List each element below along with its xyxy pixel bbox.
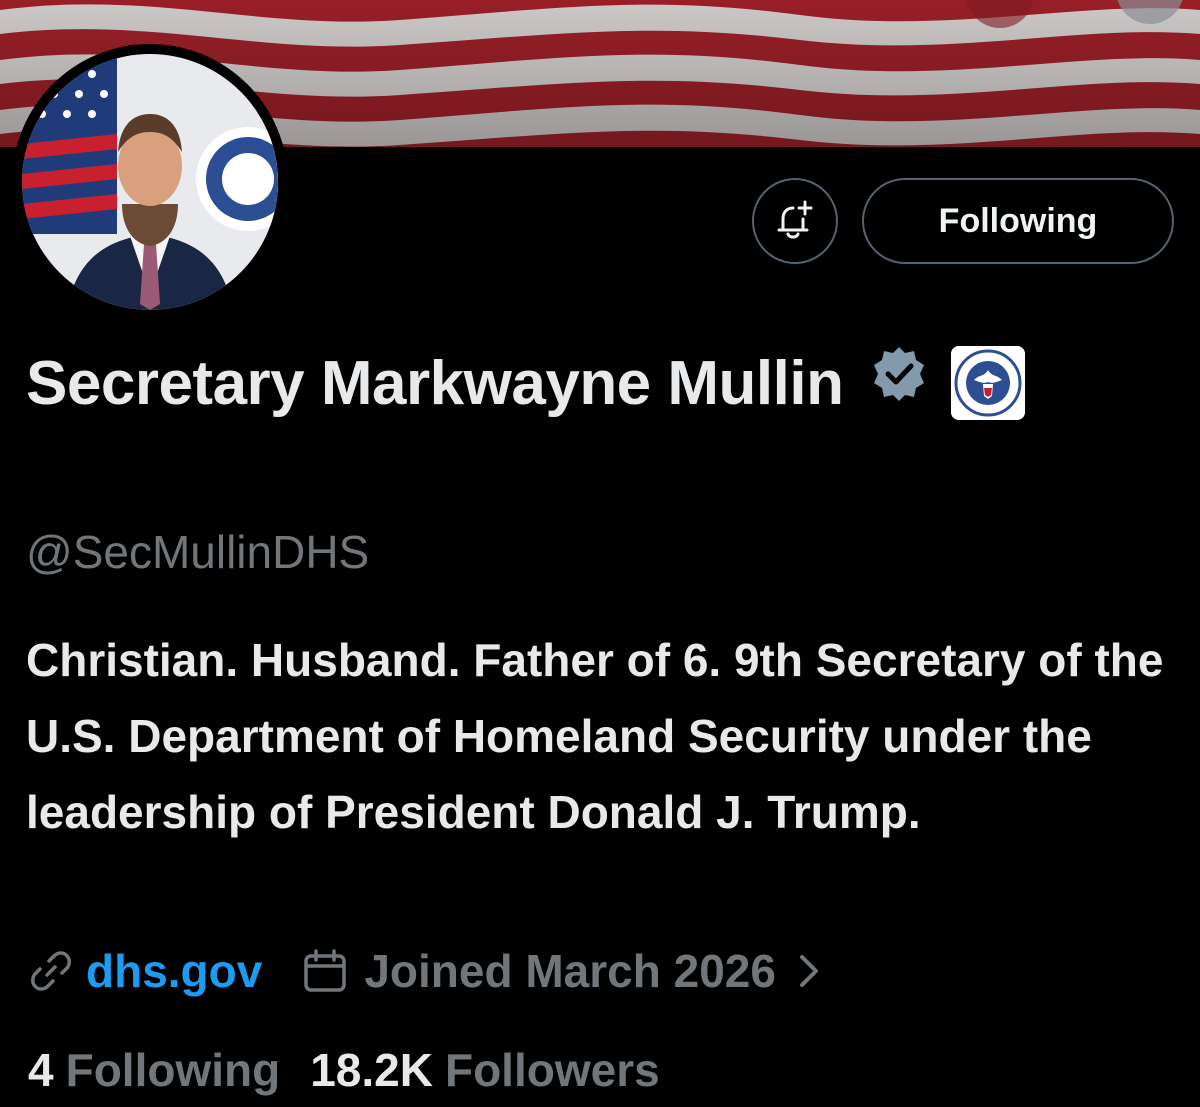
following-button[interactable]: Following <box>862 178 1174 264</box>
dhs-seal-icon[interactable] <box>950 346 1025 421</box>
display-name: Secretary Markwayne Mullin <box>26 344 1026 429</box>
link-icon <box>30 950 72 992</box>
followers-count: 18.2K <box>310 1044 433 1096</box>
joined-text: Joined March 2026 <box>364 945 776 997</box>
follow-stats: 4 Following 18.2K Followers <box>28 1038 660 1102</box>
profile-meta: dhs.gov Joined March 2026 <box>30 938 820 1004</box>
following-button-label: Following <box>938 201 1098 240</box>
following-count: 4 <box>28 1044 54 1096</box>
following-count-link[interactable]: 4 Following <box>28 1043 280 1097</box>
name-badges <box>870 340 1025 424</box>
joined-date[interactable]: Joined March 2026 <box>302 944 820 998</box>
followers-count-link[interactable]: 18.2K Followers <box>310 1043 659 1097</box>
profile-bio: Christian. Husband. Father of 6. 9th Sec… <box>26 634 1164 838</box>
website-link[interactable]: dhs.gov <box>86 944 262 998</box>
profile-photo <box>22 54 278 310</box>
chevron-right-icon <box>798 953 820 989</box>
notify-bell-button[interactable] <box>752 178 838 264</box>
bell-plus-icon <box>777 200 813 239</box>
avatar[interactable] <box>12 44 288 320</box>
followers-label: Followers <box>444 1044 660 1096</box>
username-handle: @SecMullinDHS <box>26 526 370 578</box>
verified-badge-icon[interactable] <box>870 343 928 423</box>
display-name-text: Secretary Markwayne Mullin <box>26 349 844 418</box>
calendar-icon <box>302 948 348 994</box>
following-label: Following <box>65 1044 281 1096</box>
